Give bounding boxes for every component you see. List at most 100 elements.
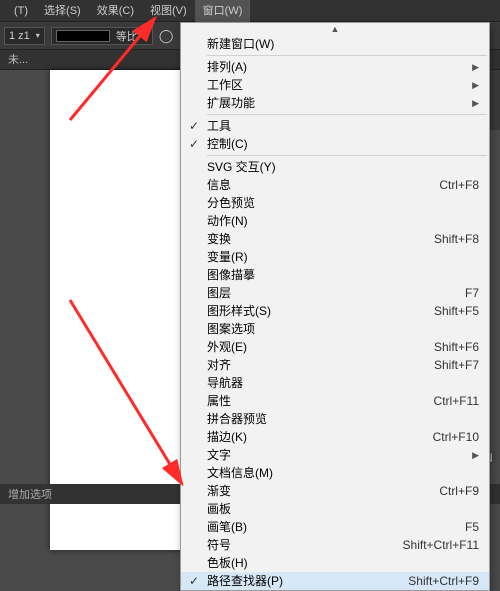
menu-item[interactable]: 渐变Ctrl+F9 — [181, 482, 489, 500]
menubar: (T) 选择(S) 效果(C) 视图(V) 窗口(W) — [0, 0, 500, 22]
menu-hotkey: F5 — [399, 518, 479, 536]
menu-item-label: 新建窗口(W) — [207, 35, 399, 53]
menu-effect[interactable]: 效果(C) — [89, 0, 142, 22]
chevron-down-icon: ▾ — [144, 31, 148, 40]
menu-item-label: 变换 — [207, 230, 399, 248]
menu-item[interactable]: 变量(R) — [181, 248, 489, 266]
menu-item-label: 图形样式(S) — [207, 302, 399, 320]
menu-view[interactable]: 视图(V) — [142, 0, 195, 22]
preset-value: 1 z1 — [9, 30, 30, 42]
menu-hotkey: Ctrl+F11 — [399, 392, 479, 410]
menu-item[interactable]: 符号Shift+Ctrl+F11 — [181, 536, 489, 554]
menu-item-label: 拼合器预览 — [207, 410, 399, 428]
check-icon: ✓ — [181, 572, 207, 590]
menu-item-label: 扩展功能 — [207, 94, 469, 112]
menu-item[interactable]: 色板(H) — [181, 554, 489, 572]
menu-item-label: 图案选项 — [207, 320, 399, 338]
menu-item-label: 图层 — [207, 284, 399, 302]
menu-item[interactable]: 描边(K)Ctrl+F10 — [181, 428, 489, 446]
stroke-style-combo[interactable]: 等比 ▾ — [51, 27, 153, 45]
menu-item-label: 排列(A) — [207, 58, 469, 76]
menu-item[interactable]: 文字▶ — [181, 446, 489, 464]
menu-item-label: 工作区 — [207, 76, 469, 94]
menu-item-label: 外观(E) — [207, 338, 399, 356]
menu-separator — [207, 114, 487, 115]
menu-hotkey: Ctrl+F9 — [399, 482, 479, 500]
menu-item[interactable]: 排列(A)▶ — [181, 58, 489, 76]
menu-item-label: 路径查找器(P) — [207, 572, 399, 590]
menu-item-label: 图像描摹 — [207, 266, 399, 284]
menu-item[interactable]: SVG 交互(Y) — [181, 158, 489, 176]
menu-item-label: SVG 交互(Y) — [207, 158, 399, 176]
menu-item-label: 控制(C) — [207, 135, 399, 153]
chevron-down-icon: ▾ — [36, 31, 40, 40]
menu-item[interactable]: 图形样式(S)Shift+F5 — [181, 302, 489, 320]
menu-item[interactable]: 对齐Shift+F7 — [181, 356, 489, 374]
menu-item[interactable]: 信息Ctrl+F8 — [181, 176, 489, 194]
submenu-arrow-icon: ▶ — [469, 58, 479, 76]
menu-item[interactable]: 拼合器预览 — [181, 410, 489, 428]
menu-hotkey: Shift+F5 — [399, 302, 479, 320]
menu-item[interactable]: ✓控制(C) — [181, 135, 489, 153]
check-icon: ✓ — [181, 135, 207, 153]
menu-item-label: 符号 — [207, 536, 399, 554]
menu-hotkey: F7 — [399, 284, 479, 302]
menu-separator — [207, 55, 487, 56]
menu-item-label: 分色预览 — [207, 194, 399, 212]
menu-item[interactable]: 画板 — [181, 500, 489, 518]
menu-separator — [207, 155, 487, 156]
menu-item[interactable]: 变换Shift+F8 — [181, 230, 489, 248]
submenu-arrow-icon: ▶ — [469, 446, 479, 464]
menu-item[interactable]: 扩展功能▶ — [181, 94, 489, 112]
stroke-preview — [56, 30, 110, 42]
menu-item-label: 导航器 — [207, 374, 399, 392]
status-left[interactable]: 增加选项 — [8, 486, 52, 502]
menu-item-label: 属性 — [207, 392, 399, 410]
menu-item-label: 色板(H) — [207, 554, 399, 572]
menu-item[interactable]: 属性Ctrl+F11 — [181, 392, 489, 410]
menu-item-label: 动作(N) — [207, 212, 399, 230]
menu-item[interactable]: 新建窗口(W) — [181, 35, 489, 53]
menu-item[interactable]: 图层F7 — [181, 284, 489, 302]
menu-hotkey: Shift+F6 — [399, 338, 479, 356]
submenu-arrow-icon: ▶ — [469, 94, 479, 112]
menu-type[interactable]: (T) — [6, 0, 36, 22]
menu-hotkey: Shift+Ctrl+F9 — [399, 572, 479, 590]
menu-item[interactable]: 动作(N) — [181, 212, 489, 230]
menu-item-label: 画笔(B) — [207, 518, 399, 536]
check-icon: ✓ — [181, 117, 207, 135]
submenu-arrow-icon: ▶ — [469, 76, 479, 94]
ratio-label: 等比 — [116, 28, 138, 44]
menu-item-label: 工具 — [207, 117, 399, 135]
menu-item-label: 文字 — [207, 446, 469, 464]
menu-item[interactable]: 工作区▶ — [181, 76, 489, 94]
menu-item-label: 画板 — [207, 500, 399, 518]
star-circle-icon: ◯ — [159, 28, 174, 44]
menu-hotkey: Shift+F8 — [399, 230, 479, 248]
window-menu-dropdown: ▲ 新建窗口(W)排列(A)▶工作区▶扩展功能▶✓工具✓控制(C)SVG 交互(… — [180, 22, 490, 591]
menu-item-label: 对齐 — [207, 356, 399, 374]
menu-window[interactable]: 窗口(W) — [195, 0, 251, 22]
menu-item[interactable]: 分色预览 — [181, 194, 489, 212]
menu-item[interactable]: 画笔(B)F5 — [181, 518, 489, 536]
menu-item-label: 文档信息(M) — [207, 464, 399, 482]
menu-item[interactable]: 文档信息(M) — [181, 464, 489, 482]
menu-item[interactable]: 图案选项 — [181, 320, 489, 338]
menu-item[interactable]: 图像描摹 — [181, 266, 489, 284]
menu-hotkey: Shift+F7 — [399, 356, 479, 374]
menu-item-label: 渐变 — [207, 482, 399, 500]
menu-hotkey: Ctrl+F10 — [399, 428, 479, 446]
menu-select[interactable]: 选择(S) — [36, 0, 89, 22]
menu-hotkey: Shift+Ctrl+F11 — [399, 536, 479, 554]
menu-item[interactable]: ✓工具 — [181, 117, 489, 135]
menu-item-label: 描边(K) — [207, 428, 399, 446]
menu-item-label: 信息 — [207, 176, 399, 194]
menu-item[interactable]: 导航器 — [181, 374, 489, 392]
menu-hotkey: Ctrl+F8 — [399, 176, 479, 194]
menu-item[interactable]: ✓路径查找器(P)Shift+Ctrl+F9 — [181, 572, 489, 590]
menu-item[interactable]: 外观(E)Shift+F6 — [181, 338, 489, 356]
menu-item-label: 变量(R) — [207, 248, 399, 266]
tab-label: 未... — [8, 54, 28, 66]
menu-scroll-up[interactable]: ▲ — [181, 23, 489, 35]
preset-combo[interactable]: 1 z1 ▾ — [4, 27, 45, 45]
